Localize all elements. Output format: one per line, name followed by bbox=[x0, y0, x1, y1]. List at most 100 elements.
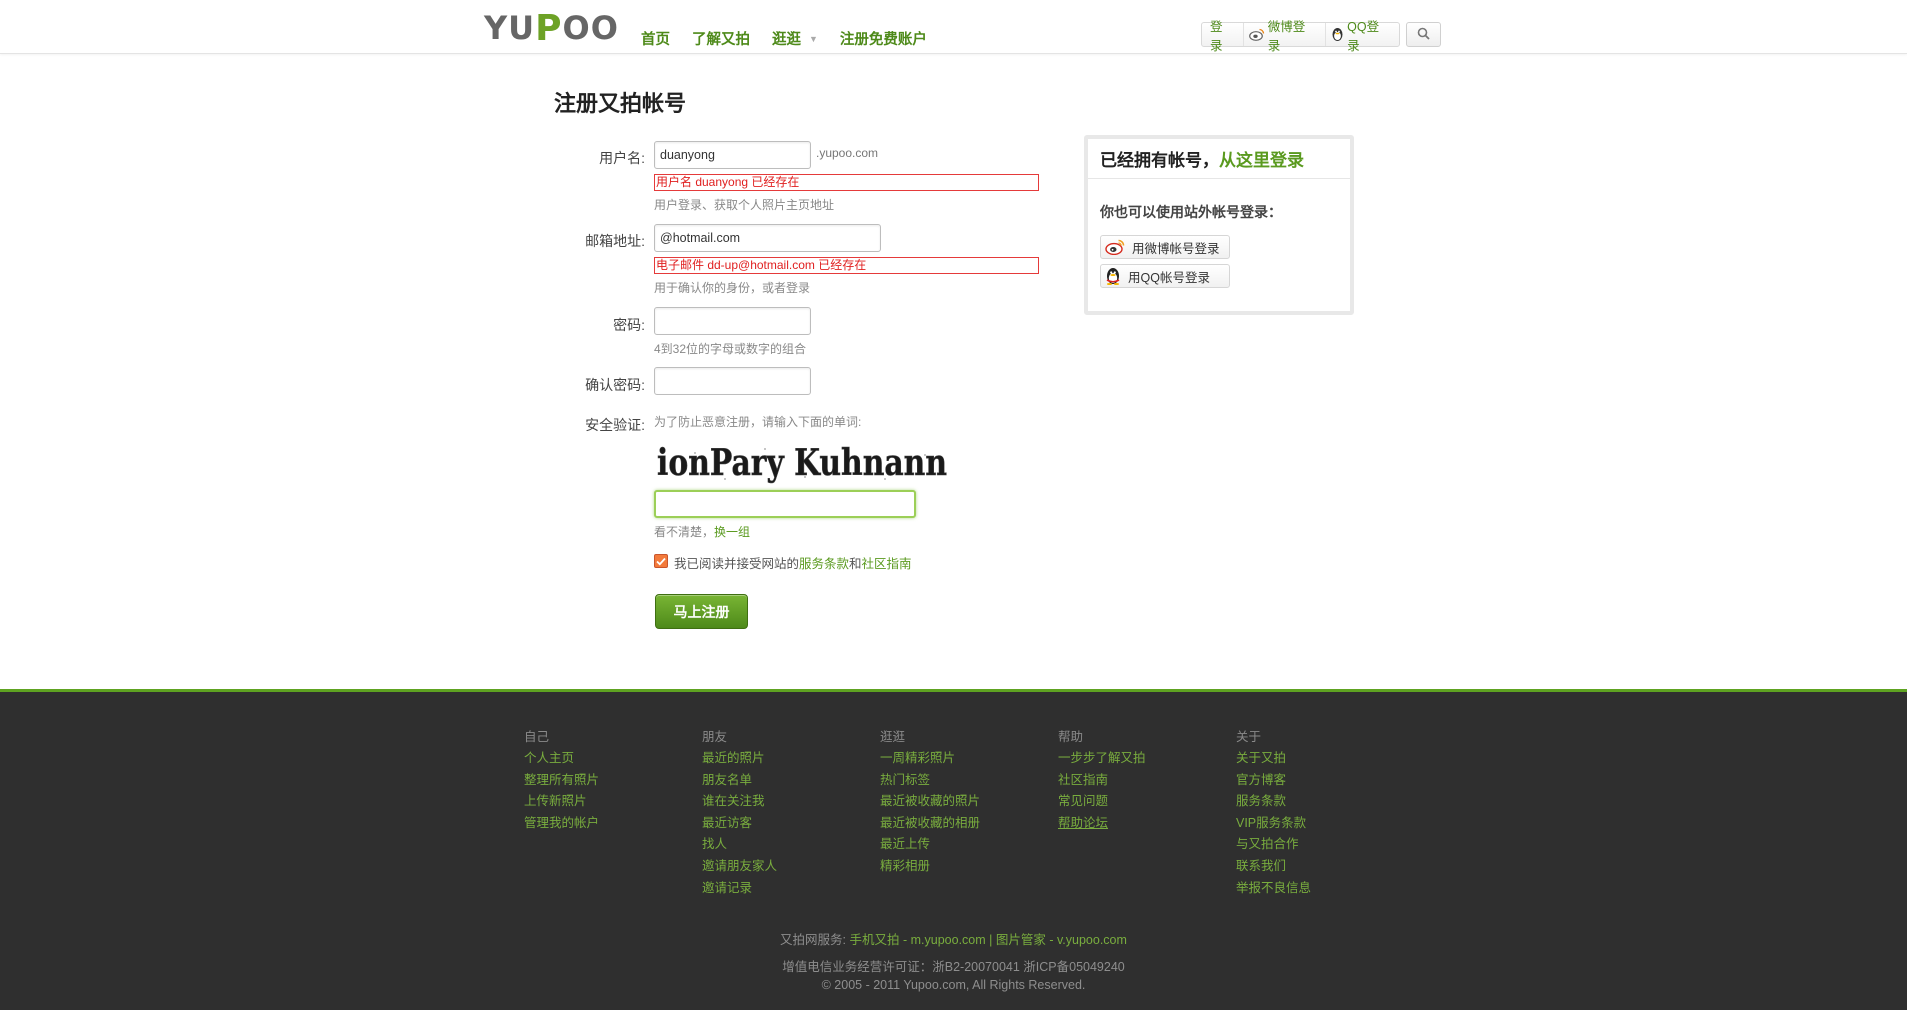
footer-column-help: 帮助 一步步了解又拍 社区指南 常见问题 帮助论坛 bbox=[1058, 726, 1146, 834]
captcha-word: ionPary Kuhnann bbox=[657, 442, 947, 484]
qq-login-button-label: 用QQ帐号登录 bbox=[1128, 270, 1210, 285]
footer-link[interactable]: 最近访客 bbox=[702, 813, 777, 835]
search-icon bbox=[1417, 27, 1430, 43]
footer-link[interactable]: 精彩相册 bbox=[880, 856, 980, 878]
existing-account-prefix: 已经拥有帐号， bbox=[1100, 151, 1219, 171]
footer-column-explore: 逛逛 一周精彩照片 热门标签 最近被收藏的照片 最近被收藏的相册 最近上传 精彩… bbox=[880, 726, 980, 878]
footer-column-title: 自己 bbox=[524, 730, 550, 744]
weibo-login-button-label: 用微博帐号登录 bbox=[1132, 241, 1220, 256]
nav-register[interactable]: 注册免费账户 bbox=[840, 28, 927, 49]
footer-link[interactable]: 热门标签 bbox=[880, 770, 980, 792]
footer-link[interactable]: 常见问题 bbox=[1058, 791, 1146, 813]
agree-and: 和 bbox=[849, 557, 862, 571]
weibo-login-button[interactable]: 用微博帐号登录 bbox=[1100, 235, 1230, 259]
qq-login-link[interactable]: QQ登录 bbox=[1325, 20, 1399, 53]
login-here-link[interactable]: 从这里登录 bbox=[1219, 146, 1304, 171]
footer-link[interactable]: 官方博客 bbox=[1236, 770, 1311, 792]
footer-link[interactable]: 与又拍合作 bbox=[1236, 834, 1311, 856]
confirm-password-input[interactable] bbox=[654, 367, 811, 395]
existing-account-panel: 已经拥有帐号， 从这里登录 你也可以使用站外帐号登录： 用微博帐号登录 用QQ帐号… bbox=[1084, 135, 1354, 315]
external-login-subtitle: 你也可以使用站外帐号登录： bbox=[1100, 204, 1282, 220]
services-label: 又拍网服务: bbox=[780, 933, 847, 947]
logo-text-left: YU bbox=[484, 9, 536, 47]
footer-link[interactable]: 谁在关注我 bbox=[702, 791, 777, 813]
nav-explore-label: 逛逛 bbox=[772, 32, 801, 48]
terms-link[interactable]: 服务条款 bbox=[799, 557, 849, 571]
footer-link[interactable]: 最近被收藏的照片 bbox=[880, 791, 980, 813]
weibo-icon bbox=[1105, 239, 1125, 255]
qq-login-label: QQ登录 bbox=[1347, 19, 1380, 53]
footer-link[interactable]: 邀请记录 bbox=[702, 878, 777, 900]
captcha-label: 安全验证: bbox=[585, 417, 645, 433]
username-domain-suffix: .yupoo.com bbox=[816, 146, 879, 160]
v-service-link[interactable]: 图片管家 - v.yupoo.com bbox=[996, 933, 1127, 947]
confirm-password-label: 确认密码: bbox=[585, 377, 645, 393]
search-button[interactable] bbox=[1406, 22, 1441, 47]
footer-link[interactable]: 一步步了解又拍 bbox=[1058, 748, 1146, 770]
top-header: YU P OO 首页 了解又拍 逛逛 ▼ 注册免费账户 登录 微博登录 QQ登录 bbox=[0, 0, 1907, 54]
existing-account-title: 已经拥有帐号， 从这里登录 bbox=[1088, 139, 1350, 179]
footer-column-title: 帮助 bbox=[1058, 730, 1084, 744]
login-link[interactable]: 登录 bbox=[1202, 20, 1243, 53]
footer-link[interactable]: 一周精彩照片 bbox=[880, 748, 980, 770]
qq-login-button[interactable]: 用QQ帐号登录 bbox=[1100, 264, 1230, 288]
footer: 自己 个人主页 整理所有照片 上传新照片 管理我的帐户 朋友 最近的照片 朋友名… bbox=[0, 689, 1907, 1010]
nav-about[interactable]: 了解又拍 bbox=[692, 28, 750, 49]
mobile-service-link[interactable]: 手机又拍 - m.yupoo.com bbox=[850, 933, 986, 947]
footer-link[interactable]: 上传新照片 bbox=[524, 791, 599, 813]
password-label: 密码: bbox=[613, 317, 645, 333]
footer-link[interactable]: 服务条款 bbox=[1236, 791, 1311, 813]
footer-column-title: 关于 bbox=[1236, 730, 1262, 744]
agree-checkbox[interactable] bbox=[654, 554, 668, 568]
chevron-down-icon: ▼ bbox=[809, 33, 818, 44]
footer-link[interactable]: 整理所有照片 bbox=[524, 770, 599, 792]
footer-column-self: 自己 个人主页 整理所有照片 上传新照片 管理我的帐户 bbox=[524, 726, 599, 834]
footer-column-title: 逛逛 bbox=[880, 730, 906, 744]
footer-link[interactable]: 找人 bbox=[702, 834, 777, 856]
nav-explore[interactable]: 逛逛 ▼ bbox=[772, 28, 818, 49]
email-input[interactable] bbox=[654, 224, 881, 252]
footer-column-title: 朋友 bbox=[702, 730, 728, 744]
footer-link[interactable]: 最近被收藏的相册 bbox=[880, 813, 980, 835]
footer-license: 增值电信业务经营许可证：浙B2-20070041 浙ICP备05049240 bbox=[782, 960, 1125, 974]
footer-link[interactable]: 朋友名单 bbox=[702, 770, 777, 792]
footer-link[interactable]: 最近上传 bbox=[880, 834, 980, 856]
weibo-icon bbox=[1248, 28, 1265, 41]
password-input[interactable] bbox=[654, 307, 811, 335]
nav-home[interactable]: 首页 bbox=[641, 28, 670, 49]
agree-prefix: 我已阅读并接受网站的 bbox=[674, 557, 800, 571]
footer-link[interactable]: 联系我们 bbox=[1236, 856, 1311, 878]
qq-penguin-icon bbox=[1105, 267, 1121, 285]
footer-link[interactable]: 关于又拍 bbox=[1236, 748, 1311, 770]
email-label: 邮箱地址: bbox=[585, 233, 645, 249]
footer-link[interactable]: 管理我的帐户 bbox=[524, 813, 599, 835]
username-error: 用户名 duanyong 已经存在 bbox=[654, 174, 1039, 191]
qq-penguin-icon bbox=[1331, 27, 1344, 42]
weibo-login-link[interactable]: 微博登录 bbox=[1242, 20, 1325, 53]
footer-link[interactable]: 举报不良信息 bbox=[1236, 878, 1311, 900]
logo-text-p: P bbox=[535, 7, 563, 49]
register-button[interactable]: 马上注册 bbox=[655, 594, 748, 629]
logo-text-right: OO bbox=[562, 9, 619, 47]
footer-link[interactable]: 最近的照片 bbox=[702, 748, 777, 770]
captcha-instruction: 为了防止恶意注册，请输入下面的单词: bbox=[654, 415, 862, 429]
footer-link[interactable]: VIP服务条款 bbox=[1236, 813, 1311, 835]
captcha-refresh-row: 看不清楚，换一组 bbox=[654, 523, 750, 540]
username-input[interactable] bbox=[654, 141, 811, 169]
yupoo-logo[interactable]: YU P OO bbox=[484, 7, 619, 49]
captcha-refresh-link[interactable]: 换一组 bbox=[714, 525, 750, 539]
email-hint: 用于确认你的身份，或者登录 bbox=[654, 281, 811, 295]
agree-text: 我已阅读并接受网站的服务条款和社区指南 bbox=[674, 553, 912, 572]
footer-link[interactable]: 帮助论坛 bbox=[1058, 813, 1146, 835]
page-title: 注册又拍帐号 bbox=[554, 92, 687, 117]
footer-link[interactable]: 社区指南 bbox=[1058, 770, 1146, 792]
community-guide-link[interactable]: 社区指南 bbox=[862, 557, 912, 571]
captcha-unclear-text: 看不清楚， bbox=[654, 525, 715, 539]
captcha-input[interactable] bbox=[654, 490, 916, 518]
footer-link[interactable]: 个人主页 bbox=[524, 748, 599, 770]
username-hint: 用户登录、获取个人照片主页地址 bbox=[654, 198, 835, 212]
check-icon bbox=[656, 557, 666, 565]
services-separator: | bbox=[989, 933, 993, 947]
weibo-login-label: 微博登录 bbox=[1267, 19, 1306, 53]
footer-link[interactable]: 邀请朋友家人 bbox=[702, 856, 777, 878]
